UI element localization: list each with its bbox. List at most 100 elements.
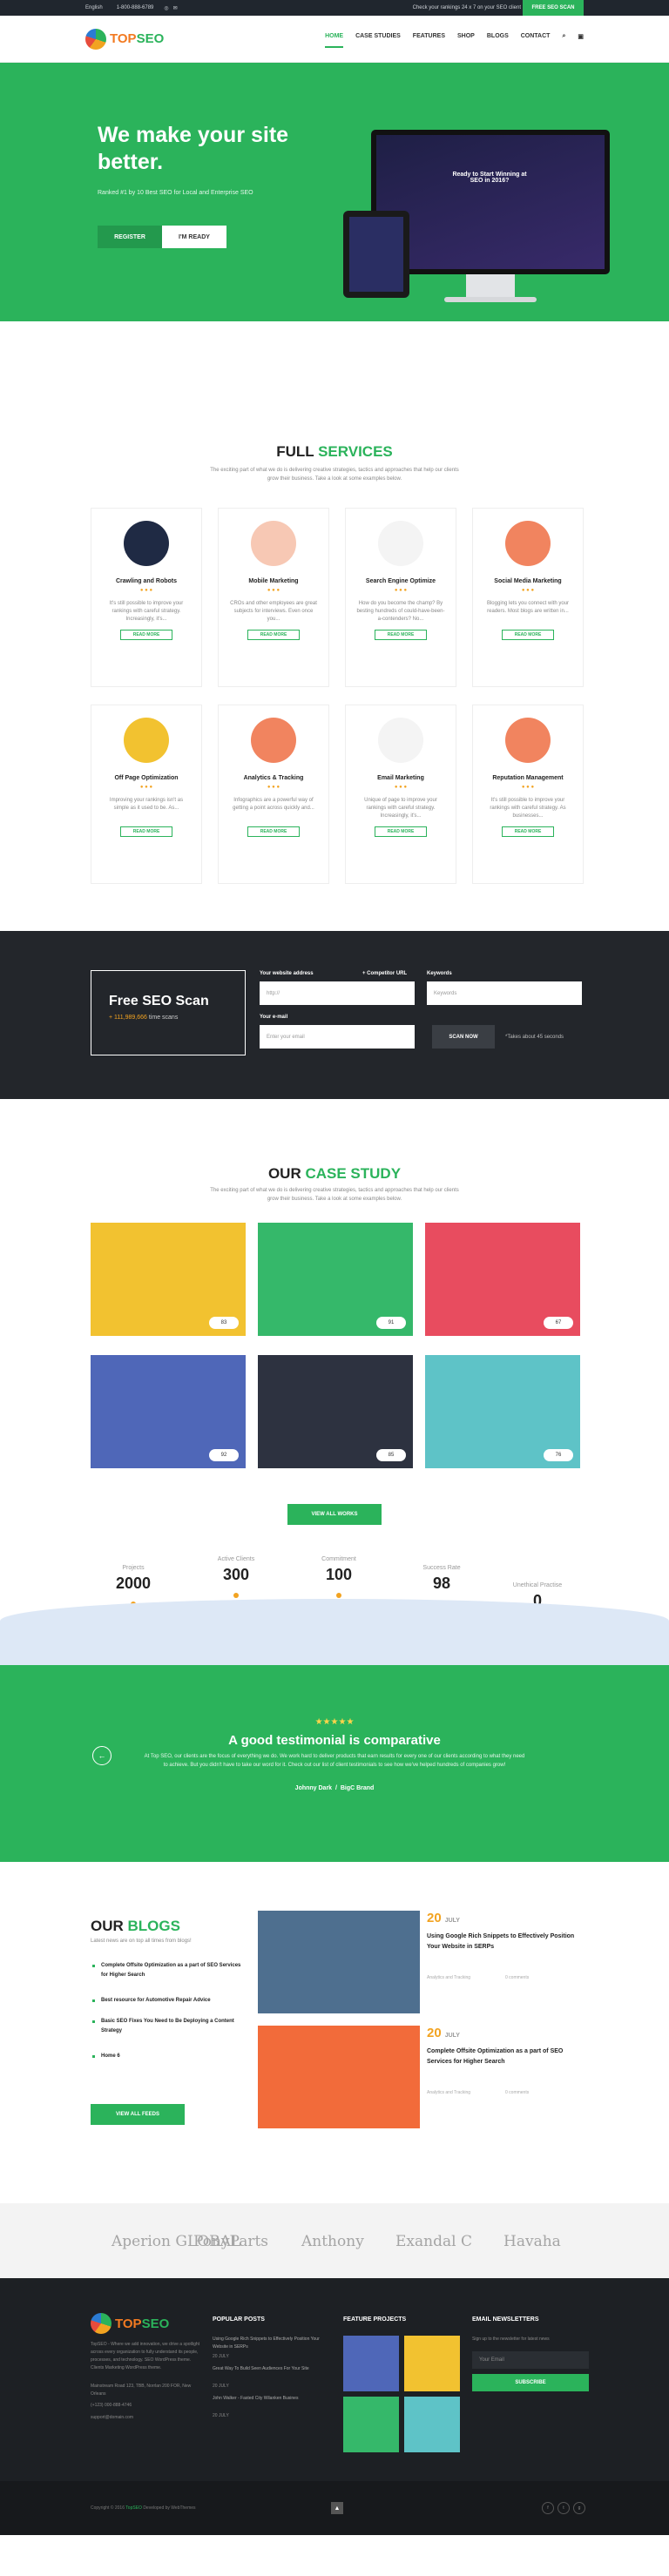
read-more-button[interactable]: READ MORE bbox=[502, 630, 554, 640]
nav-case-studies[interactable]: CASE STUDIES bbox=[355, 33, 401, 48]
case-study-tile[interactable]: 91 bbox=[258, 1223, 413, 1336]
blog-comments[interactable]: 0 comments bbox=[505, 2090, 529, 2095]
author-name: Johnny Dark bbox=[294, 1785, 333, 1791]
case-study-tile[interactable]: 85 bbox=[258, 1355, 413, 1468]
service-card[interactable]: Off Page Optimization ● ● ● Improving your… bbox=[91, 705, 202, 884]
service-icon bbox=[251, 521, 296, 566]
service-card[interactable]: Social Media Marketing ● ● ● Blogging lets… bbox=[472, 508, 584, 687]
google-plus-icon[interactable]: g bbox=[573, 2502, 585, 2514]
free-seo-scan-button[interactable]: FREE SEO SCAN bbox=[523, 0, 584, 16]
service-desc: Blogging lets you connect with your read… bbox=[486, 601, 570, 614]
service-icon bbox=[124, 718, 169, 763]
service-card[interactable]: Reputation Management ● ● ● It's still pos… bbox=[472, 705, 584, 884]
services-desc: The exciting part of what we do is deliv… bbox=[210, 468, 459, 482]
blog-image-rocket-man[interactable] bbox=[258, 1911, 420, 2013]
nav-blogs[interactable]: BLOGS bbox=[487, 33, 509, 48]
service-icon bbox=[251, 718, 296, 763]
blog-link[interactable]: Basic SEO Fixes You Need to Be Deploying… bbox=[92, 2017, 246, 2036]
service-stars: ● ● ● bbox=[267, 588, 280, 593]
project-thumb[interactable] bbox=[343, 2397, 399, 2452]
project-thumb[interactable] bbox=[343, 2336, 399, 2391]
email-input[interactable]: Enter your email bbox=[260, 1025, 415, 1049]
website-input[interactable]: http:// bbox=[260, 981, 415, 1005]
service-name: Search Engine Optimize bbox=[365, 578, 436, 584]
prev-arrow-icon[interactable]: ← bbox=[92, 1746, 112, 1765]
twitter-icon[interactable]: t bbox=[558, 2502, 570, 2514]
copyright-text: Copyright © 2016 TopSEO Developed by Web… bbox=[91, 2505, 196, 2511]
project-thumb[interactable] bbox=[404, 2336, 460, 2391]
logo[interactable]: TOP SEO bbox=[85, 28, 165, 50]
nav-shop[interactable]: SHOP bbox=[457, 33, 475, 48]
cart-icon[interactable]: ▣ bbox=[578, 33, 584, 48]
case-study-tile[interactable]: 83 bbox=[91, 1223, 246, 1336]
brands-section: Aperion GLOBAL PonyParts Anthony Exandal… bbox=[0, 2203, 669, 2278]
service-card[interactable]: Search Engine Optimize ● ● ● How do you be… bbox=[345, 508, 456, 687]
nav-contact[interactable]: CONTACT bbox=[521, 33, 551, 48]
keywords-label: Keywords bbox=[427, 971, 452, 976]
view-all-works-button[interactable]: VIEW ALL WORKS bbox=[287, 1504, 382, 1525]
keywords-input[interactable]: Keywords bbox=[427, 981, 582, 1005]
service-card[interactable]: Analytics & Tracking ● ● ● Infographics ar… bbox=[218, 705, 329, 884]
copyright-brand[interactable]: TopSEO bbox=[125, 2505, 142, 2511]
footer-post[interactable]: Great Way To Build Seen Audiences For Yo… bbox=[213, 2365, 324, 2373]
blog-link[interactable]: Home 6 bbox=[92, 2052, 246, 2061]
case-study-tile[interactable]: 92 bbox=[91, 1355, 246, 1468]
blog-category[interactable]: Analytics and Tracking bbox=[427, 2090, 470, 2095]
case-study-tile[interactable]: 76 bbox=[425, 1355, 580, 1468]
footer-post-date: 20 JULY bbox=[213, 2413, 229, 2418]
chat-icon[interactable]: ✉ bbox=[173, 5, 178, 11]
footer-email[interactable]: support@domain.com bbox=[91, 2414, 202, 2422]
scan-count: + 111,989,666 time scans bbox=[109, 1015, 245, 1021]
read-more-button[interactable]: READ MORE bbox=[120, 826, 172, 837]
service-name: Reputation Management bbox=[492, 775, 564, 781]
read-more-button[interactable]: READ MORE bbox=[120, 630, 172, 640]
subscribe-button[interactable]: SUBSCRIBE bbox=[472, 2374, 589, 2391]
scan-now-button[interactable]: SCAN NOW bbox=[432, 1025, 495, 1049]
services-section: FULL SERVICES The exciting part of what … bbox=[0, 321, 669, 931]
footer-logo[interactable]: TOP SEO bbox=[91, 2313, 169, 2334]
blog-category[interactable]: Analytics and Tracking bbox=[427, 1975, 470, 1980]
service-card[interactable]: Mobile Marketing ● ● ● CROs and other empl… bbox=[218, 508, 329, 687]
view-all-feeds-button[interactable]: VIEW ALL FEEDS bbox=[91, 2104, 185, 2125]
read-more-button[interactable]: READ MORE bbox=[375, 826, 427, 837]
competitor-url-link[interactable]: + Competitor URL bbox=[362, 971, 407, 976]
logo-text-seo: SEO bbox=[136, 31, 165, 46]
scan-count-suffix: time scans bbox=[148, 1015, 179, 1021]
blogs-title: OUR BLOGS bbox=[91, 1918, 180, 1935]
nav-home[interactable]: HOME bbox=[325, 33, 344, 48]
blog-comments[interactable]: 0 comments bbox=[505, 1975, 529, 1980]
facebook-icon[interactable]: f bbox=[542, 2502, 554, 2514]
project-thumb[interactable] bbox=[404, 2397, 460, 2452]
service-card[interactable]: Crawling and Robots ● ● ● It's still possi… bbox=[91, 508, 202, 687]
blog-link[interactable]: Complete Offsite Optimization as a part … bbox=[92, 1961, 246, 1980]
language-select[interactable]: English bbox=[85, 5, 103, 10]
footer-about: TopSEO - Where we add innovation, we dri… bbox=[91, 2342, 200, 2370]
case-study-tile[interactable]: 67 bbox=[425, 1223, 580, 1336]
blog-title[interactable]: Complete Offsite Optimization as a part … bbox=[427, 2047, 575, 2067]
blog-title[interactable]: Using Google Rich Snippets to Effectivel… bbox=[427, 1932, 575, 1952]
back-to-top-icon[interactable]: ▲ bbox=[331, 2502, 343, 2514]
copyright-year: Copyright © 2016 bbox=[91, 2505, 125, 2511]
service-card[interactable]: Email Marketing ● ● ● Unique of page to im… bbox=[345, 705, 456, 884]
im-ready-button[interactable]: I'M READY bbox=[162, 226, 226, 248]
register-button[interactable]: REGISTER bbox=[98, 226, 162, 248]
read-more-button[interactable]: READ MORE bbox=[247, 630, 300, 640]
skype-icon[interactable]: ◎ bbox=[164, 5, 168, 11]
search-icon[interactable]: ⌕ bbox=[562, 33, 565, 48]
brand-logo: PonyParts bbox=[193, 2233, 269, 2250]
service-desc: Unique of page to improve your rankings … bbox=[364, 798, 437, 819]
blog-link[interactable]: Best resource for Automotive Repair Advi… bbox=[92, 1996, 246, 2006]
footer-post[interactable]: Using Google Rich Snippets to Effectivel… bbox=[213, 2336, 324, 2351]
nav-features[interactable]: FEATURES bbox=[413, 33, 445, 48]
read-more-button[interactable]: READ MORE bbox=[375, 630, 427, 640]
read-more-button[interactable]: READ MORE bbox=[502, 826, 554, 837]
footer-post-date: 20 JULY bbox=[213, 2384, 229, 2389]
stat-label: Commitment bbox=[321, 1556, 356, 1562]
footer-post[interactable]: John Walker - Fasted City Wilanken Busin… bbox=[213, 2395, 324, 2403]
service-name: Social Media Marketing bbox=[494, 578, 562, 584]
brand-logo: Anthony bbox=[301, 2233, 364, 2250]
case-percent: 76 bbox=[544, 1449, 573, 1461]
blog-image-rocket[interactable] bbox=[258, 2026, 420, 2128]
newsletter-email-input[interactable]: Your Email bbox=[472, 2351, 589, 2369]
read-more-button[interactable]: READ MORE bbox=[247, 826, 300, 837]
